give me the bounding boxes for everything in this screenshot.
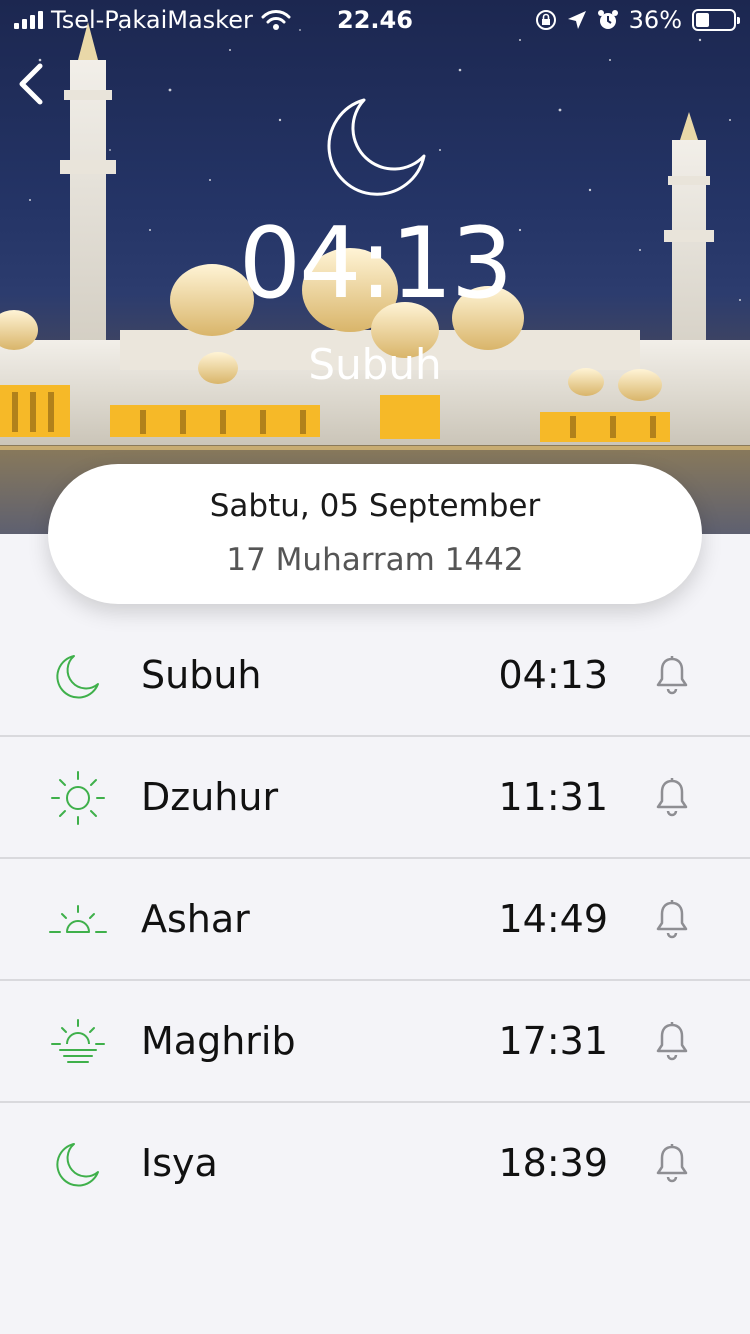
prayer-name: Maghrib xyxy=(141,1019,296,1063)
current-prayer-time: 04:13 xyxy=(238,207,513,321)
gregorian-date: Sabtu, 05 September xyxy=(209,488,541,524)
date-card: Sabtu, 05 September 17 Muharram 1442 xyxy=(48,464,702,604)
prayer-row-dzuhur: Dzuhur 11:31 xyxy=(0,737,750,859)
hijri-date: 17 Muharram 1442 xyxy=(226,542,524,578)
prayer-name: Isya xyxy=(141,1141,218,1185)
sun-half-icon xyxy=(49,905,107,933)
prayer-time: 14:49 xyxy=(498,897,608,941)
prayer-row-subuh: Subuh 04:13 xyxy=(0,615,750,737)
crescent-moon-icon xyxy=(56,1143,99,1187)
bell-icon[interactable] xyxy=(654,777,690,817)
bell-icon[interactable] xyxy=(654,655,690,695)
prayer-time: 18:39 xyxy=(498,1141,608,1185)
prayer-name: Subuh xyxy=(141,653,262,697)
battery-icon xyxy=(692,9,740,31)
current-prayer-name: Subuh xyxy=(308,340,442,389)
status-bar-right: 36% xyxy=(535,6,740,34)
prayer-row-maghrib: Maghrib 17:31 xyxy=(0,981,750,1103)
chevron-left-icon xyxy=(19,63,43,105)
prayer-row-isya: Isya 18:39 xyxy=(0,1103,750,1225)
alarm-icon xyxy=(597,10,618,29)
prayer-time: 17:31 xyxy=(498,1019,608,1063)
back-button[interactable] xyxy=(12,58,52,110)
status-bar: Tsel-PakaiMasker 22.46 36% xyxy=(0,0,750,40)
location-icon xyxy=(567,11,586,29)
prayer-name: Ashar xyxy=(141,897,250,941)
prayer-name: Dzuhur xyxy=(141,775,279,819)
rotation-lock-icon xyxy=(535,10,556,30)
sun-icon xyxy=(51,771,105,825)
prayer-times-list: Subuh 04:13 Dzuhur 11:31 Ashar 14:49 Mag… xyxy=(0,615,750,1225)
bell-icon[interactable] xyxy=(654,1021,690,1061)
prayer-row-ashar: Ashar 14:49 xyxy=(0,859,750,981)
prayer-time: 04:13 xyxy=(498,653,608,697)
crescent-moon-icon xyxy=(56,655,99,699)
bell-icon[interactable] xyxy=(654,899,690,939)
battery-percent: 36% xyxy=(628,6,682,34)
prayer-time: 11:31 xyxy=(498,775,608,819)
sunset-icon xyxy=(51,1019,105,1063)
crescent-moon-icon xyxy=(327,98,426,196)
bell-icon[interactable] xyxy=(654,1143,690,1183)
